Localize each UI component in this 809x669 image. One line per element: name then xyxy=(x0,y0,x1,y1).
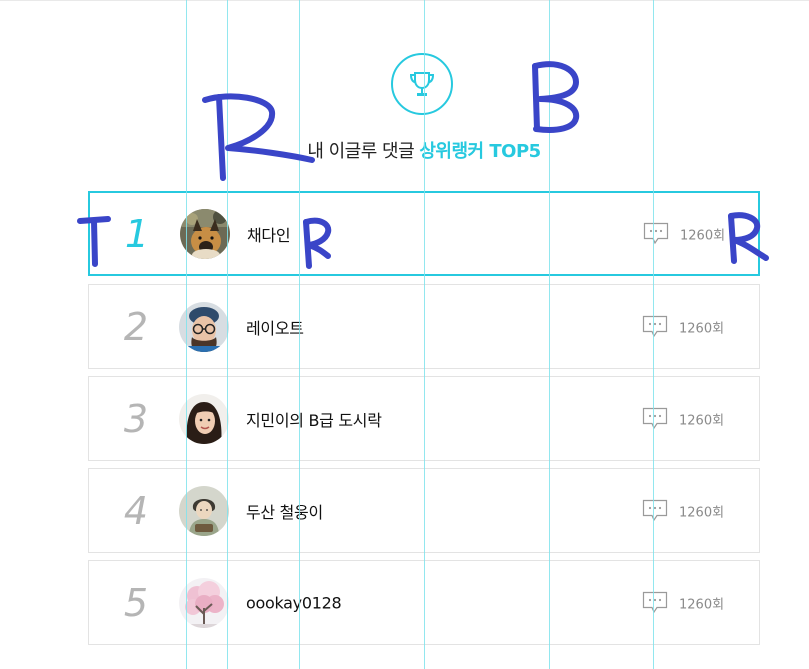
ranker-name[interactable]: 두산 철웅이 xyxy=(246,499,323,523)
ranker-name[interactable]: 지민이의 B급 도시락 xyxy=(246,407,382,431)
guide-line xyxy=(227,0,228,669)
trophy-icon xyxy=(391,53,453,115)
comment-count: 1260회 xyxy=(679,321,725,336)
dog-avatar[interactable] xyxy=(180,208,230,259)
ranker-name[interactable]: 레이오트 xyxy=(246,315,304,339)
top-divider xyxy=(0,0,809,1)
comment-count: 1260회 xyxy=(680,228,726,243)
ranker-name[interactable]: 채다인 xyxy=(247,222,291,246)
comment-icon xyxy=(642,407,668,429)
guide-line xyxy=(424,0,425,669)
comment-count: 1260회 xyxy=(679,597,725,612)
comment-icon xyxy=(643,222,669,244)
comment-count: 1260회 xyxy=(679,505,725,520)
rank-number: 1 xyxy=(124,211,150,256)
guide-line xyxy=(299,0,300,669)
comment-icon xyxy=(642,499,668,521)
title-accent: 상위랭커 TOP5 xyxy=(419,141,541,162)
rank-number: 2 xyxy=(123,304,149,349)
guide-line xyxy=(186,0,187,669)
rank-number: 5 xyxy=(123,580,149,625)
guide-line xyxy=(549,0,550,669)
rank-number: 4 xyxy=(123,488,149,533)
guide-line xyxy=(653,0,654,669)
comment-icon xyxy=(642,591,668,613)
section-title: 내 이글루 댓글 상위랭커 TOP5 xyxy=(0,137,809,163)
comment-count: 1260회 xyxy=(679,413,725,428)
comment-icon xyxy=(642,315,668,337)
ranker-name[interactable]: oookay0128 xyxy=(246,593,342,612)
rank-number: 3 xyxy=(123,396,149,441)
title-prefix: 내 이글루 댓글 xyxy=(307,141,420,162)
